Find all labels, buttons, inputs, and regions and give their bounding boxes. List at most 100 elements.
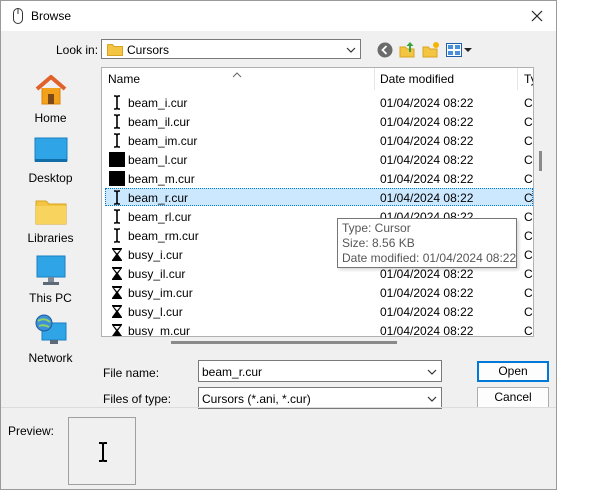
file-date-cell: 01/04/2024 08:22 (380, 172, 474, 186)
file-type-cell: Cu (524, 324, 533, 337)
file-row[interactable]: busy_im.cur 01/04/2024 08:22 Cu (102, 283, 533, 302)
new-folder-button[interactable] (422, 41, 440, 59)
file-name-label: File name: (103, 366, 160, 380)
back-icon (377, 42, 393, 58)
place-desktop[interactable]: Desktop (6, 133, 95, 185)
divider (1, 407, 556, 408)
file-row[interactable]: busy_l.cur 01/04/2024 08:22 Cu (102, 302, 533, 321)
place-network[interactable]: Network (6, 313, 95, 365)
tooltip-type: Type: Cursor (342, 221, 411, 235)
file-row[interactable]: beam_m.cur 01/04/2024 08:22 Cu (102, 169, 533, 188)
file-date-cell: 01/04/2024 08:22 (380, 153, 474, 167)
sort-ascending-icon (232, 68, 242, 81)
ibeam-cursor-icon (109, 133, 125, 148)
file-type-cell: Cu (524, 96, 533, 110)
place-label: This PC (29, 291, 72, 305)
places-bar: Home Desktop Libraries This PC Network (6, 67, 95, 377)
ibeam-cursor-icon (109, 114, 125, 129)
view-menu-button[interactable] (445, 41, 473, 59)
file-row[interactable]: busy_m.cur 01/04/2024 08:22 Cu (102, 321, 533, 337)
file-type-cell: Cu (524, 191, 533, 205)
column-divider[interactable] (374, 68, 375, 90)
horizontal-scrollbar-thumb[interactable] (171, 341, 397, 344)
column-header-type[interactable]: Ty (524, 68, 533, 90)
desktop-icon (34, 133, 68, 167)
file-name-cell: busy_m.cur (128, 324, 191, 337)
network-icon (34, 313, 68, 347)
preview-label: Preview: (8, 424, 55, 438)
file-name-cell: busy_i.cur (128, 248, 183, 262)
file-type-cell: Cu (524, 305, 533, 319)
back-button[interactable] (376, 41, 394, 59)
column-header-date[interactable]: Date modified (380, 68, 454, 90)
open-button[interactable]: Open (477, 361, 549, 382)
file-date-cell: 01/04/2024 08:22 (380, 191, 474, 205)
column-divider[interactable] (517, 68, 518, 90)
look-in-label: Look in: (56, 43, 99, 57)
hourglass-icon (109, 266, 125, 281)
tooltip-size: Size: 8.56 KB (342, 236, 415, 250)
file-name-cell: busy_im.cur (128, 286, 193, 300)
chevron-down-icon (427, 393, 437, 407)
close-icon (531, 10, 543, 22)
place-home[interactable]: Home (6, 73, 95, 125)
file-date-cell: 01/04/2024 08:22 (380, 134, 474, 148)
file-date-cell: 01/04/2024 08:22 (380, 115, 474, 129)
place-this-pc[interactable]: This PC (6, 253, 95, 305)
black-square-icon (109, 152, 125, 167)
file-name-cell: busy_il.cur (128, 267, 186, 281)
file-type-value: Cursors (*.ani, *.cur) (202, 392, 311, 406)
up-folder-icon (399, 42, 415, 58)
file-date-cell: 01/04/2024 08:22 (380, 267, 474, 281)
file-name-cell: beam_m.cur (128, 172, 195, 186)
file-name-cell: beam_i.cur (128, 96, 188, 110)
file-name-cell: beam_im.cur (128, 134, 198, 148)
hourglass-icon (109, 304, 125, 319)
file-type-cell: Cu (524, 153, 533, 167)
file-type-select[interactable]: Cursors (*.ani, *.cur) (198, 387, 442, 409)
file-name-cell: beam_rm.cur (128, 229, 199, 243)
file-name-cell: beam_rl.cur (128, 210, 192, 224)
column-header-name[interactable]: Name (108, 68, 140, 90)
hourglass-icon (109, 247, 125, 262)
ibeam-cursor-icon (109, 190, 125, 205)
file-name-input[interactable]: beam_r.cur (198, 360, 442, 382)
look-in-dropdown[interactable]: Cursors (101, 39, 361, 59)
file-date-cell: 01/04/2024 08:22 (380, 286, 474, 300)
file-row[interactable]: beam_l.cur 01/04/2024 08:22 Cu (102, 150, 533, 169)
file-name-cell: beam_l.cur (128, 153, 188, 167)
mouse-icon (11, 8, 25, 24)
ibeam-cursor-icon (109, 95, 125, 110)
place-label: Home (34, 111, 67, 125)
hourglass-icon (109, 323, 125, 336)
preview-pane (68, 417, 136, 485)
place-label: Libraries (27, 231, 74, 245)
place-libraries[interactable]: Libraries (6, 193, 95, 245)
file-name-value: beam_r.cur (202, 365, 263, 379)
hourglass-icon (109, 285, 125, 300)
file-row-selected[interactable]: beam_r.cur 01/04/2024 08:22 Cu (102, 188, 533, 207)
file-name-cell: beam_il.cur (128, 115, 191, 129)
chevron-down-icon (346, 44, 356, 58)
file-type-cell: Cu (524, 229, 533, 243)
browse-dialog: Browse Look in: Cursors Home Desktop Lib… (0, 0, 557, 490)
chevron-down-icon[interactable] (427, 366, 437, 380)
file-name-cell: beam_r.cur (128, 191, 189, 205)
ibeam-cursor-icon (98, 442, 108, 465)
file-row[interactable]: beam_im.cur 01/04/2024 08:22 Cu (102, 131, 533, 150)
file-row[interactable]: beam_i.cur 01/04/2024 08:22 Cu (102, 93, 533, 112)
black-square-icon (109, 171, 125, 186)
cancel-button[interactable]: Cancel (477, 387, 549, 408)
close-button[interactable] (518, 1, 556, 31)
file-type-cell: Cu (524, 210, 533, 224)
libraries-icon (34, 193, 68, 227)
up-folder-button[interactable] (399, 41, 417, 59)
title-bar: Browse (1, 1, 556, 31)
tooltip-date: Date modified: 01/04/2024 08:22 (342, 251, 517, 265)
folder-icon (107, 43, 123, 59)
file-row[interactable]: beam_il.cur 01/04/2024 08:22 Cu (102, 112, 533, 131)
file-tooltip: Type: Cursor Size: 8.56 KB Date modified… (337, 218, 517, 268)
file-name-cell: busy_l.cur (128, 305, 183, 319)
vertical-scrollbar-thumb[interactable] (539, 151, 542, 171)
file-list[interactable]: Name Date modified Ty beam_i.cur 01/04/20… (101, 67, 534, 337)
